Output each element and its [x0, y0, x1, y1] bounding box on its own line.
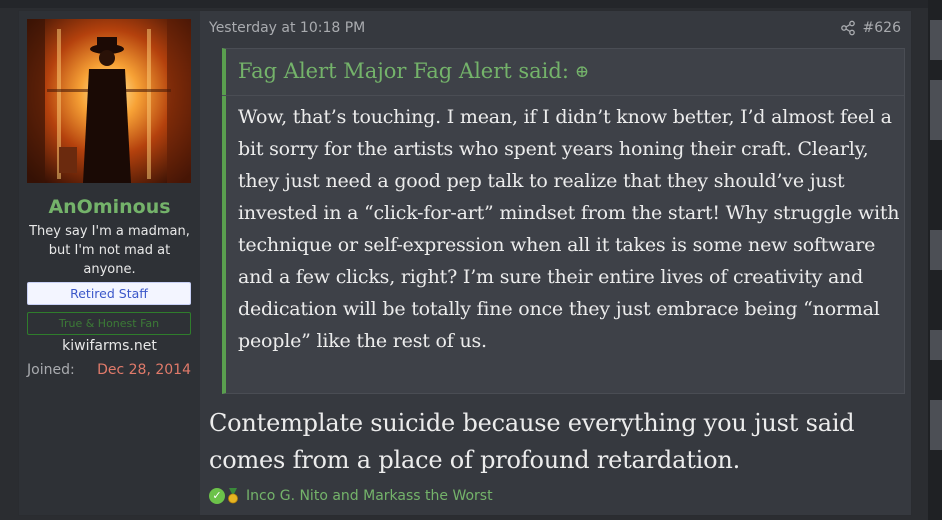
user-website: kiwifarms.net	[62, 338, 157, 354]
user-panel: AnOminous They say I'm a madman, but I'm…	[19, 11, 200, 515]
quote-header: Fag Alert Major Fag Alert said: ⊕	[222, 49, 905, 96]
quote-author[interactable]: Fag Alert Major Fag Alert said:	[238, 59, 569, 83]
post-number[interactable]: #626	[863, 20, 901, 36]
retired-staff-banner: Retired Staff	[27, 282, 191, 305]
share-icon[interactable]	[840, 20, 856, 36]
quote-block: Fag Alert Major Fag Alert said: ⊕ Wow, th…	[222, 48, 905, 394]
reactions-bar[interactable]: ✓ Inco G. Nito and Markass the Worst	[209, 486, 493, 506]
right-edge-thumbnail[interactable]	[930, 400, 942, 450]
user-avatar[interactable]	[27, 19, 191, 183]
true-honest-fan-banner: True & Honest Fan	[27, 312, 191, 335]
right-edge-panel	[928, 0, 942, 520]
right-edge-thumbnail[interactable]	[930, 330, 942, 360]
quote-text: Wow, that’s touching. I mean, if I didn’…	[238, 106, 900, 352]
top-bar	[0, 0, 942, 8]
right-edge-thumbnail[interactable]	[930, 20, 942, 60]
medal-reaction-icon	[226, 488, 240, 504]
right-edge-thumbnail[interactable]	[930, 80, 942, 140]
post-content: Yesterday at 10:18 PM #626 Fag Alert Maj…	[200, 11, 911, 515]
check-reaction-icon: ✓	[209, 488, 225, 504]
post-date[interactable]: Yesterday at 10:18 PM	[209, 20, 365, 36]
jump-to-quote-icon[interactable]: ⊕	[575, 62, 589, 82]
joined-date: Dec 28, 2014	[97, 362, 191, 378]
right-edge-thumbnail[interactable]	[930, 230, 942, 270]
username[interactable]: AnOminous	[19, 196, 200, 218]
user-title: They say I'm a madman, but I'm not mad a…	[29, 224, 190, 277]
reply-text: Contemplate suicide because everything y…	[209, 409, 855, 474]
forum-post: AnOminous They say I'm a madman, but I'm…	[18, 10, 912, 516]
joined-label: Joined:	[27, 362, 75, 378]
quote-attribution[interactable]: Fag Alert Major Fag Alert said: ⊕	[238, 59, 589, 83]
reaction-users[interactable]: Inco G. Nito and Markass the Worst	[246, 488, 493, 504]
